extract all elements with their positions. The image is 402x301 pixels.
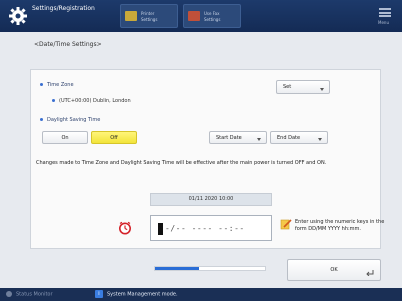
printer-settings-button[interactable]: Printer Settings — [120, 4, 178, 28]
start-date-button[interactable]: Start Date — [209, 131, 267, 144]
time-zone-set-button[interactable]: Set — [276, 80, 330, 94]
dst-on-button[interactable]: On — [42, 131, 88, 144]
power-notice-text: Changes made to Time Zone and Daylight S… — [36, 160, 327, 166]
progress-fill — [155, 267, 199, 270]
datetime-input[interactable]: -/-- ---- --:-- — [150, 215, 272, 241]
dropdown-arrow-icon — [320, 88, 324, 91]
header-bar: Settings/Registration Printer Settings U… — [0, 0, 402, 32]
time-zone-value: (UTC+00:00) Dublin, London — [52, 98, 131, 104]
status-monitor-icon — [6, 291, 12, 297]
fax-icon — [188, 11, 200, 21]
text-cursor — [158, 223, 163, 235]
enter-arrow-icon — [366, 270, 374, 276]
dropdown-arrow-icon — [257, 138, 261, 141]
fax-settings-button[interactable]: Use Fax Settings — [183, 4, 241, 28]
alarm-clock-icon — [119, 221, 131, 235]
end-date-button[interactable]: End Date — [270, 131, 328, 144]
breadcrumb: <Date/Time Settings> — [34, 41, 102, 48]
header-title: Settings/Registration — [32, 5, 95, 12]
system-management-icon: i — [95, 290, 103, 298]
bullet-icon — [40, 83, 43, 86]
bullet-icon — [40, 118, 43, 121]
bullet-icon — [52, 99, 55, 102]
system-mode-indicator: i System Management mode. — [95, 290, 178, 298]
printer-icon — [125, 11, 137, 21]
status-monitor-button[interactable]: Status Monitor — [6, 291, 53, 298]
pencil-note-icon — [280, 219, 292, 230]
progress-bar — [154, 266, 266, 271]
ok-button[interactable]: OK — [287, 259, 381, 281]
gear-icon — [9, 7, 27, 25]
time-zone-label: Time Zone — [40, 82, 74, 88]
dst-off-button[interactable]: Off — [91, 131, 137, 144]
dst-label: Daylight Saving Time — [40, 117, 100, 123]
input-hint-text: Enter using the numeric keys in the form… — [295, 219, 385, 232]
menu-icon — [379, 8, 391, 17]
datetime-input-text: -/-- ---- --:-- — [165, 224, 245, 233]
dropdown-arrow-icon — [318, 138, 322, 141]
status-bar: Status Monitor i System Management mode. — [0, 288, 402, 301]
current-datetime-display: 01/11 2020 10:00 — [150, 193, 272, 206]
menu-button[interactable]: Menu — [376, 5, 394, 27]
